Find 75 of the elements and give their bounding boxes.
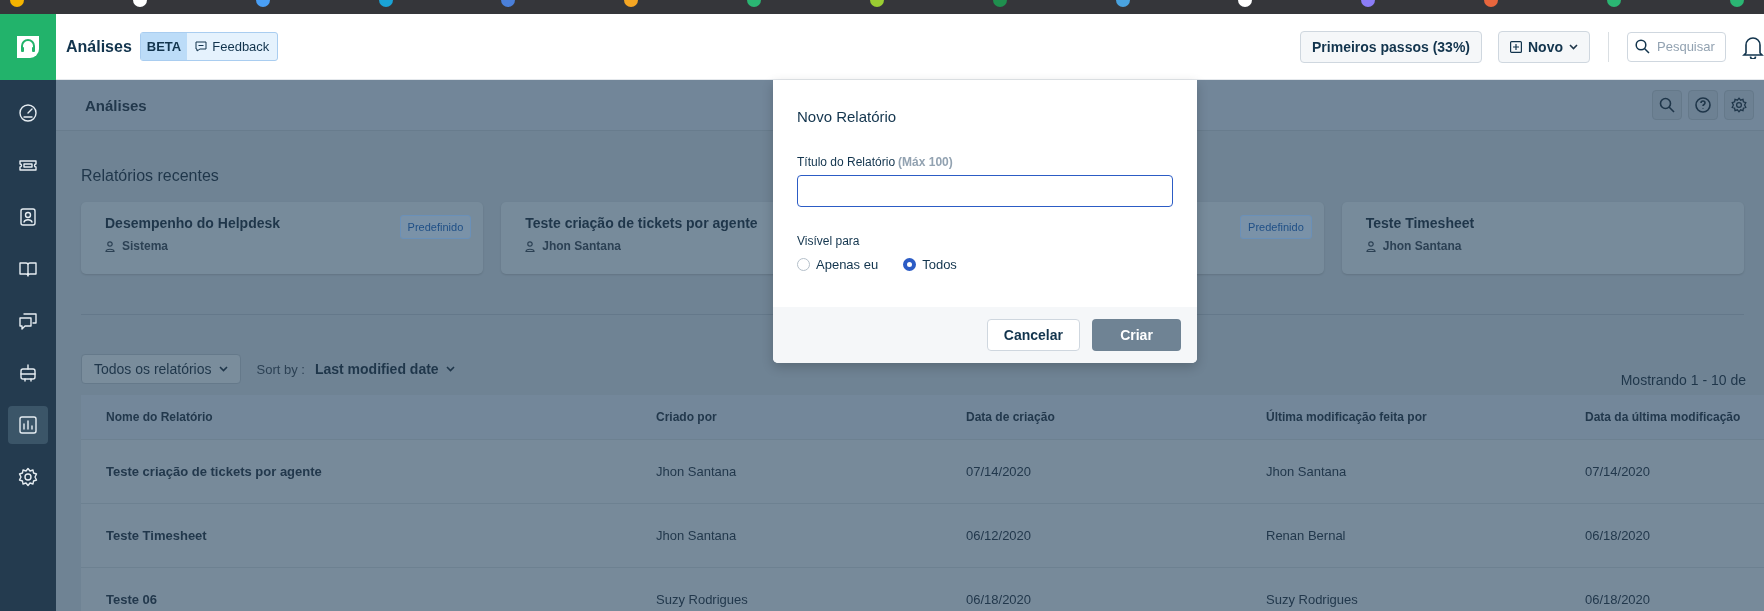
report-link[interactable]: Teste criação de tickets por agente: [106, 464, 656, 479]
column-header[interactable]: Nome do Relatório: [106, 410, 656, 424]
chart-icon: [18, 415, 38, 435]
person-icon: [105, 240, 115, 252]
settings-button[interactable]: [1724, 90, 1754, 120]
search-icon: [1659, 97, 1675, 113]
predefined-badge: Predefinido: [399, 215, 472, 239]
chat-icon: [18, 311, 38, 331]
table-cell-text: Renan Bernal: [1266, 528, 1347, 543]
section-title: Análises: [85, 96, 147, 114]
page-title: Análises: [66, 37, 132, 56]
table-cell-text: Jhon Santana: [656, 464, 738, 479]
column-header[interactable]: Criado por: [656, 410, 966, 424]
results-count: Mostrando 1 - 10 de: [1620, 372, 1746, 388]
table-cell-text: Suzy Rodrigues: [656, 592, 749, 607]
gauge-icon: [18, 103, 38, 123]
table-cell-text: 06/18/2020: [1585, 592, 1652, 607]
new-button[interactable]: Novo: [1498, 30, 1590, 63]
report-author: Jhon Santana: [1382, 239, 1462, 253]
report-title: Desempenho do Helpdesk: [105, 215, 282, 231]
message-icon: [195, 41, 208, 52]
cancel-button[interactable]: Cancelar: [986, 319, 1080, 351]
report-author: Sistema: [122, 239, 169, 253]
sort-label: Sort by :: [256, 361, 305, 377]
help-button[interactable]: [1688, 90, 1718, 120]
person-icon: [525, 240, 536, 252]
visibility-label: Visível para: [797, 234, 861, 248]
report-card[interactable]: Teste Timesheet Jhon Santana: [1341, 202, 1744, 274]
report-title: Teste Timesheet: [1365, 215, 1476, 231]
plus-square-icon: [1510, 40, 1522, 53]
caret-icon: [1569, 43, 1578, 50]
dialog-title: Novo Relatório: [797, 108, 898, 125]
column-header[interactable]: Data de criação: [966, 410, 1266, 424]
headset-logo-icon[interactable]: [14, 33, 42, 61]
caret-icon: [445, 366, 455, 372]
report-card[interactable]: Desempenho do Helpdesk Sistema Predefinido: [81, 202, 484, 274]
table-cell-text: Jhon Santana: [656, 528, 738, 543]
feedback-button[interactable]: Feedback: [187, 33, 278, 60]
column-header[interactable]: Data da última modificação: [1585, 410, 1764, 424]
search-field[interactable]: Pesquisar: [1627, 31, 1726, 62]
table-cell-text: 07/14/2020: [1585, 464, 1652, 479]
table-cell-text: 06/18/2020: [1585, 528, 1652, 543]
predefined-badge: Predefinido: [1240, 215, 1312, 239]
contact-icon: [18, 207, 38, 227]
radio-option[interactable]: Todos: [903, 257, 957, 272]
table-cell-text: 07/14/2020: [966, 464, 1033, 479]
book-icon: [18, 259, 38, 279]
onboarding-button[interactable]: Primeiros passos (33%): [1300, 30, 1482, 63]
settings-icon: [1731, 97, 1747, 113]
table-cell-text: Suzy Rodrigues: [1266, 592, 1359, 607]
help-icon: [1695, 97, 1711, 113]
search-icon: [1635, 38, 1650, 54]
beta-label: BETA: [140, 33, 188, 60]
report-link[interactable]: Teste Timesheet: [106, 528, 656, 543]
bell-icon[interactable]: [1742, 34, 1764, 59]
radio-option[interactable]: Apenas eu: [797, 257, 879, 272]
person-icon: [1365, 240, 1376, 252]
section-heading: Relatórios recentes: [81, 167, 219, 186]
caret-icon: [218, 366, 228, 372]
field-hint: (Máx 100): [898, 155, 953, 169]
sort-dropdown[interactable]: Last modified date: [314, 361, 455, 377]
gear-icon: [18, 467, 38, 487]
column-header[interactable]: Última modificação feita por: [1266, 410, 1585, 424]
report-link[interactable]: Teste 06: [106, 592, 656, 607]
table-cell-text: Jhon Santana: [1266, 464, 1348, 479]
report-title: Teste criação de tickets por agente: [525, 215, 759, 231]
field-label: Título do Relatório: [797, 155, 896, 169]
view-dropdown[interactable]: Todos os relatórios: [81, 354, 241, 384]
table-cell-text: 06/18/2020: [966, 592, 1033, 607]
search-button[interactable]: [1652, 90, 1682, 120]
report-title-input[interactable]: [797, 175, 1173, 207]
table-cell-text: 06/12/2020: [966, 528, 1033, 543]
report-author: Jhon Santana: [542, 239, 621, 253]
robot-icon: [18, 363, 38, 383]
sidebar-item[interactable]: [8, 406, 48, 444]
